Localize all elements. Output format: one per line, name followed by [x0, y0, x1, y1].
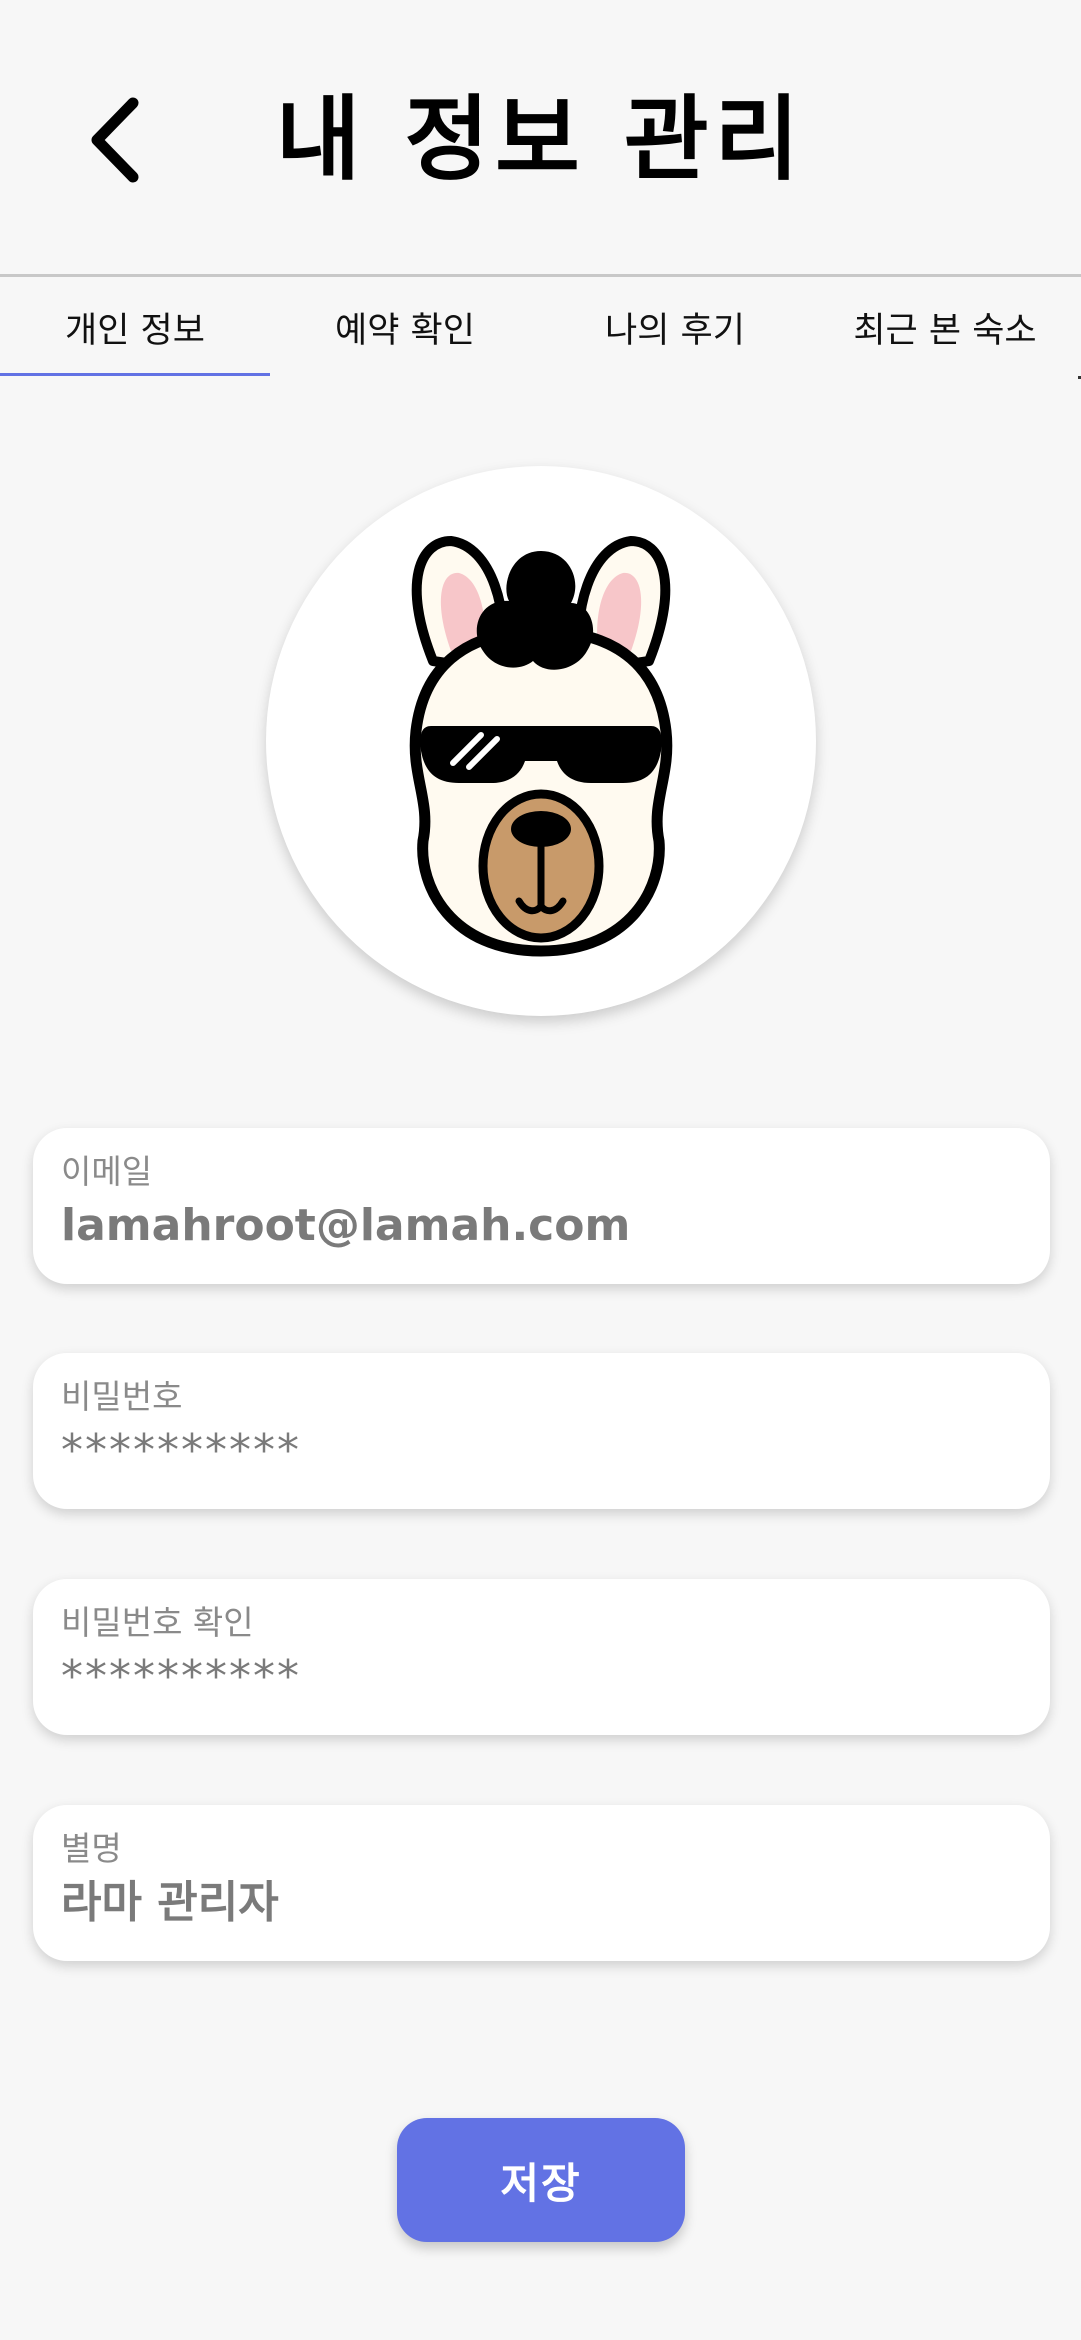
password-value[interactable]: ********** [61, 1421, 1022, 1481]
password-confirm-field[interactable]: 비밀번호 확인 ********** [33, 1579, 1050, 1735]
password-confirm-value[interactable]: ********** [61, 1647, 1022, 1707]
llama-avatar-icon [409, 536, 673, 957]
profile-avatar[interactable] [266, 466, 816, 1016]
email-label: 이메일 [61, 1152, 153, 1191]
tab-label: 예약 확인 [335, 310, 475, 351]
tab-reservations[interactable]: 예약 확인 [270, 277, 540, 377]
tab-label: 나의 후기 [605, 310, 745, 351]
password-confirm-label: 비밀번호 확인 [61, 1603, 254, 1642]
tab-personal-info[interactable]: 개인 정보 [0, 277, 270, 377]
page-title: 내 정보 관리 [275, 86, 806, 193]
password-field[interactable]: 비밀번호 ********** [33, 1353, 1050, 1509]
my-info-page: 내 정보 관리 개인 정보 예약 확인 나의 후기 최근 본 숙소 이메일 la… [0, 0, 1081, 2340]
tab-my-reviews[interactable]: 나의 후기 [540, 277, 810, 377]
email-value[interactable]: lamahroot@lamah.com [61, 1196, 1022, 1256]
save-button[interactable]: 저장 [397, 2118, 685, 2242]
password-label: 비밀번호 [61, 1377, 183, 1416]
header: 내 정보 관리 [0, 0, 1081, 277]
tab-bar: 개인 정보 예약 확인 나의 후기 최근 본 숙소 [0, 277, 1081, 377]
nickname-value[interactable]: 라마 관리자 [61, 1873, 1022, 1933]
tab-label: 최근 본 숙소 [853, 310, 1037, 351]
nickname-field[interactable]: 별명 라마 관리자 [33, 1805, 1050, 1961]
tab-label: 개인 정보 [65, 310, 205, 351]
tab-recently-viewed[interactable]: 최근 본 숙소 [810, 277, 1080, 377]
email-field[interactable]: 이메일 lamahroot@lamah.com [33, 1128, 1050, 1284]
nickname-label: 별명 [61, 1829, 122, 1868]
